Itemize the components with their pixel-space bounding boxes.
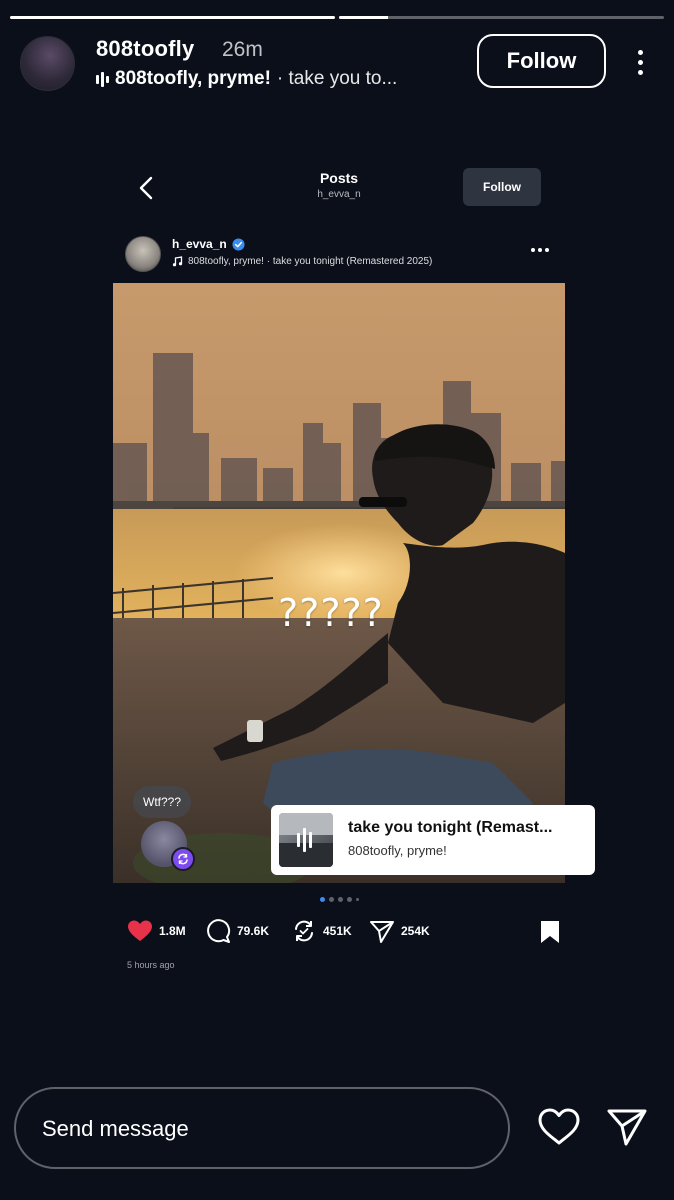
verified-badge-icon (232, 237, 245, 251)
sticker-track-title: take you tonight (Remast... (348, 819, 553, 836)
post-more-icon[interactable] (531, 248, 549, 252)
story-music-artists: 808toofly, pryme! (115, 68, 271, 89)
carousel-dot (319, 897, 325, 902)
message-composer[interactable] (14, 1087, 510, 1169)
send-message-icon[interactable] (605, 1106, 649, 1148)
carousel-dot (355, 898, 359, 901)
audio-bars-icon (96, 71, 109, 87)
post-nav-bar: Posts h_evva_n Follow (113, 152, 565, 222)
repost-count: 451K (323, 924, 352, 938)
like-action[interactable]: 1.8M (127, 916, 186, 946)
repost-badge-icon (171, 847, 195, 871)
post-author-username[interactable]: h_evva_n (172, 237, 245, 251)
share-count: 254K (401, 924, 430, 938)
post-author-row: h_evva_n 808toofly, pryme! · take you to… (113, 224, 565, 282)
audio-wave-icon (279, 813, 333, 867)
comment-icon (207, 919, 231, 943)
story-time: 26m (222, 38, 263, 61)
comment-action[interactable]: 79.6K (205, 916, 269, 946)
send-message-input[interactable] (42, 1113, 482, 1145)
music-note-icon (172, 256, 183, 267)
repost-icon (295, 920, 313, 942)
post-timestamp: 5 hours ago (127, 960, 175, 970)
story-username[interactable]: 808toofly (96, 36, 194, 62)
story-progress-segment (339, 16, 664, 19)
carousel-dot (328, 897, 334, 902)
music-sticker[interactable]: take you tonight (Remast... 808toofly, p… (271, 805, 595, 875)
story-progress (10, 16, 664, 19)
more-options-icon[interactable] (626, 42, 654, 82)
post-photo[interactable]: ????? Wtf??? (113, 283, 565, 883)
post-action-bar: 1.8M 79.6K 451K 254K (127, 916, 559, 946)
bookmark-icon[interactable] (539, 920, 561, 944)
comment-count: 79.6K (237, 924, 270, 938)
sticker-artists: 808toofly, pryme! (348, 843, 447, 858)
story-music[interactable]: 808toofly, pryme! · take you to... (96, 68, 397, 90)
send-icon (370, 921, 394, 943)
post-author-avatar[interactable] (125, 236, 161, 272)
carousel-dot (337, 897, 343, 902)
heart-outline-icon[interactable] (537, 1107, 581, 1147)
post-overlay-text: ????? (278, 591, 384, 635)
share-action[interactable]: 254K (369, 916, 430, 946)
sticker-album-art (279, 813, 333, 867)
follow-button[interactable]: Follow (477, 34, 606, 88)
repost-action[interactable]: 451K (291, 916, 352, 946)
note-bubble[interactable]: Wtf??? (133, 786, 192, 818)
story-header: 808toofly 26m 808toofly, pryme! · take y… (20, 34, 654, 91)
carousel-dots (113, 897, 565, 902)
post-follow-button[interactable]: Follow (463, 168, 541, 206)
story-avatar[interactable] (20, 36, 75, 91)
heart-filled-icon (128, 920, 152, 941)
like-count: 1.8M (159, 924, 186, 938)
post-music[interactable]: 808toofly, pryme! · take you tonight (Re… (172, 256, 432, 267)
story-music-track: · take you to... (276, 68, 398, 89)
carousel-dot (346, 897, 352, 902)
story-progress-segment (10, 16, 335, 19)
